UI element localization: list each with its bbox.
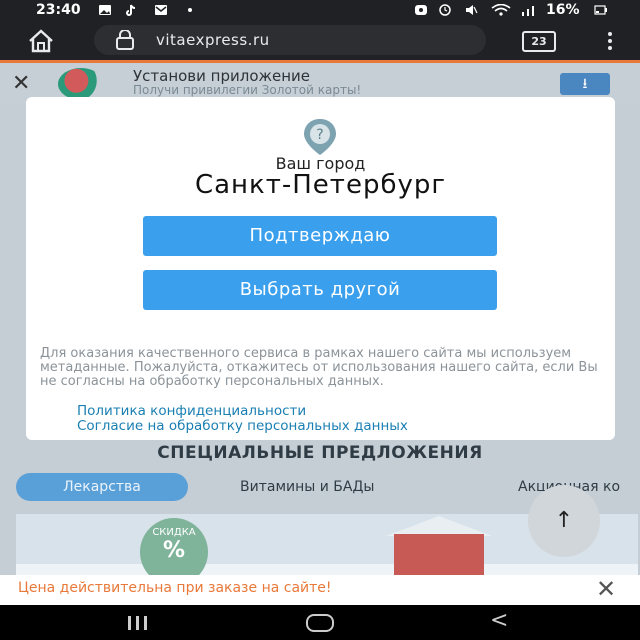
status-bar: 23:40 16% [0, 0, 640, 22]
arrow-up-icon: ↑ [554, 508, 574, 533]
badge-label: СКИДКА [152, 527, 196, 538]
battery-percent: 16% [546, 2, 580, 18]
alarm-icon [439, 4, 451, 16]
section-title: СПЕЦИАЛЬНЫЕ ПРЕДЛОЖЕНИЯ [157, 443, 483, 463]
tab-switcher-button[interactable]: 23 [522, 31, 556, 52]
wifi-icon [491, 4, 511, 16]
price-notice-bar: Цена действительна при заказе на сайте! … [0, 575, 640, 605]
home-nav-icon[interactable] [306, 614, 334, 632]
badge-symbol: % [162, 538, 186, 563]
app-logo [58, 68, 104, 100]
close-banner-icon[interactable]: ✕ [12, 71, 30, 96]
home-icon[interactable] [26, 28, 56, 54]
mute-icon [466, 5, 478, 15]
download-icon: ⭳ [582, 76, 588, 92]
lock-icon [116, 30, 134, 50]
price-notice-text: Цена действительна при заказе на сайте! [18, 580, 332, 596]
banner-subtitle: Получи привилегии Золотой карты! [133, 83, 362, 97]
data-consent-link[interactable]: Согласие на обработку персональных данны… [77, 419, 408, 434]
close-notice-icon[interactable]: ✕ [596, 575, 616, 603]
recent-apps-icon[interactable] [128, 615, 152, 630]
legal-links: Политика конфиденциальности Согласие на … [77, 404, 408, 434]
consent-text: Для оказания качественного сервиса в рам… [40, 346, 598, 389]
city-confirm-dialog: ? Ваш город Санкт-Петербург Подтверждаю … [26, 97, 615, 440]
svg-text:?: ? [316, 127, 323, 143]
tab-medicines[interactable]: Лекарства [16, 473, 188, 501]
back-icon[interactable]: < [490, 608, 508, 633]
url-text: vitaexpress.ru [156, 31, 270, 49]
confirm-city-button[interactable]: Подтверждаю [143, 216, 497, 256]
choose-other-city-button[interactable]: Выбрать другой [143, 270, 497, 310]
notification-dot-icon [188, 8, 192, 12]
address-bar[interactable]: vitaexpress.ru [94, 25, 486, 55]
city-name: Санкт-Петербург [194, 170, 447, 200]
scroll-top-button[interactable]: ↑ [528, 485, 600, 557]
privacy-policy-link[interactable]: Политика конфиденциальности [77, 404, 408, 419]
mail-icon [155, 5, 167, 15]
location-pin-icon: ? [304, 119, 336, 155]
system-nav-bar: < [0, 605, 640, 640]
tab-vitamins[interactable]: Витамины и БАДы [240, 473, 374, 501]
lock-screen-icon [415, 5, 427, 15]
gallery-icon [99, 5, 111, 15]
house-roof [386, 516, 492, 536]
browser-menu-icon[interactable] [604, 30, 616, 52]
status-time: 23:40 [36, 2, 81, 18]
tiktok-icon [126, 4, 136, 16]
download-button[interactable]: ⭳ [560, 73, 610, 95]
battery-icon [594, 5, 607, 15]
browser-toolbar: vitaexpress.ru 23 [0, 22, 640, 60]
signal-icon [522, 6, 534, 16]
